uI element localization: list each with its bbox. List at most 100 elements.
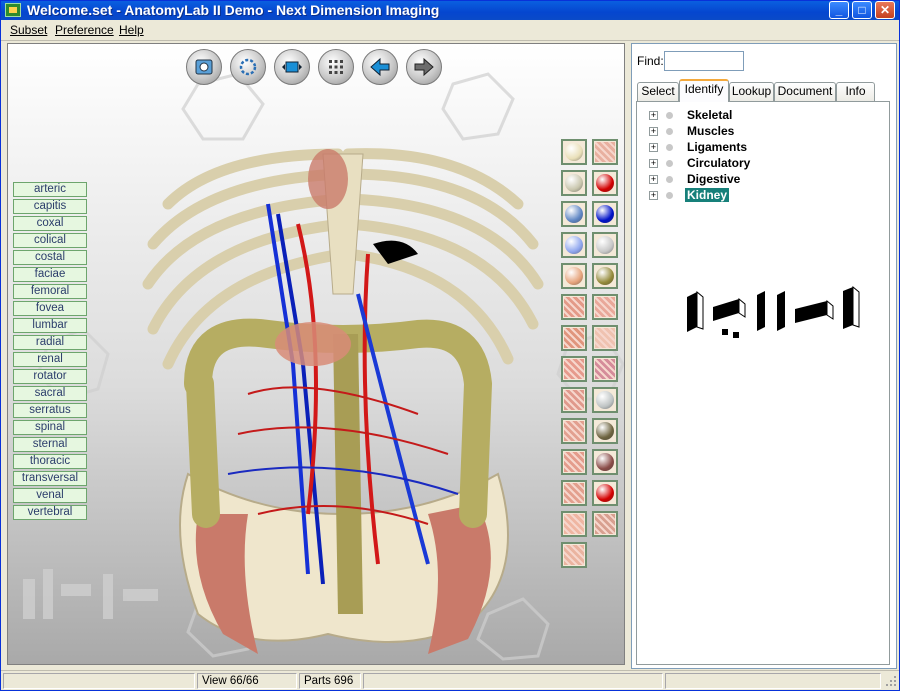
- material-swatch[interactable]: [561, 356, 587, 382]
- snapshot-button[interactable]: [186, 49, 222, 85]
- material-swatch[interactable]: [592, 511, 618, 537]
- term-button[interactable]: arteric: [13, 182, 87, 197]
- material-swatch[interactable]: [592, 170, 618, 196]
- material-swatch[interactable]: [561, 139, 587, 165]
- material-swatch[interactable]: [592, 480, 618, 506]
- material-swatch[interactable]: [561, 480, 587, 506]
- visibility-dot-icon[interactable]: [666, 176, 673, 183]
- shaded-sphere-icon: [565, 174, 583, 192]
- back-arrow-icon: [370, 57, 390, 77]
- visibility-dot-icon[interactable]: [666, 192, 673, 199]
- material-swatch[interactable]: [592, 356, 618, 382]
- material-swatch[interactable]: [561, 511, 587, 537]
- expand-plus-icon[interactable]: +: [649, 191, 658, 200]
- material-swatch[interactable]: [592, 294, 618, 320]
- material-swatch[interactable]: [561, 263, 587, 289]
- term-button[interactable]: radial: [13, 335, 87, 350]
- material-swatch[interactable]: [592, 139, 618, 165]
- menu-help[interactable]: Help: [119, 23, 144, 37]
- grid-button[interactable]: [318, 49, 354, 85]
- status-extra-2: [665, 673, 881, 689]
- anatomy-model[interactable]: [128, 94, 558, 664]
- tab-document[interactable]: Document: [774, 82, 836, 101]
- material-swatch[interactable]: [592, 449, 618, 475]
- tree-item-label: Kidney: [685, 188, 730, 202]
- material-swatch[interactable]: [561, 170, 587, 196]
- maximize-button[interactable]: □: [852, 1, 872, 19]
- term-button[interactable]: sternal: [13, 437, 87, 452]
- term-button[interactable]: costal: [13, 250, 87, 265]
- close-button[interactable]: ✕: [875, 1, 895, 19]
- term-button[interactable]: colical: [13, 233, 87, 248]
- material-swatch[interactable]: [592, 201, 618, 227]
- term-button[interactable]: femoral: [13, 284, 87, 299]
- tree-item-label: Ligaments: [687, 140, 748, 154]
- visibility-dot-icon[interactable]: [666, 144, 673, 151]
- tab-lookup[interactable]: Lookup: [729, 82, 774, 101]
- term-button[interactable]: spinal: [13, 420, 87, 435]
- material-swatch[interactable]: [592, 232, 618, 258]
- material-swatch[interactable]: [561, 325, 587, 351]
- material-swatch[interactable]: [561, 232, 587, 258]
- expand-plus-icon[interactable]: +: [649, 127, 658, 136]
- visibility-dot-icon[interactable]: [666, 160, 673, 167]
- tissue-texture-icon: [595, 359, 615, 379]
- term-button[interactable]: lumbar: [13, 318, 87, 333]
- window-title: Welcome.set - AnatomyLab II Demo - Next …: [27, 2, 440, 18]
- visibility-dot-icon[interactable]: [666, 128, 673, 135]
- material-swatch[interactable]: [592, 263, 618, 289]
- term-button[interactable]: coxal: [13, 216, 87, 231]
- material-swatch[interactable]: [561, 542, 587, 568]
- resize-grip-icon[interactable]: [885, 675, 897, 687]
- term-button[interactable]: thoracic: [13, 454, 87, 469]
- tab-identify[interactable]: Identify: [679, 79, 729, 102]
- minimize-button[interactable]: _: [829, 1, 849, 19]
- term-button[interactable]: faciae: [13, 267, 87, 282]
- term-button[interactable]: transversal: [13, 471, 87, 486]
- status-view: View 66/66: [197, 673, 297, 689]
- expand-plus-icon[interactable]: +: [649, 143, 658, 152]
- fit-view-button[interactable]: [274, 49, 310, 85]
- expand-plus-icon[interactable]: +: [649, 111, 658, 120]
- expand-plus-icon[interactable]: +: [649, 175, 658, 184]
- material-swatch[interactable]: [561, 201, 587, 227]
- material-swatch[interactable]: [592, 418, 618, 444]
- tab-select[interactable]: Select: [637, 82, 679, 101]
- tissue-texture-icon: [564, 545, 584, 565]
- term-button[interactable]: serratus: [13, 403, 87, 418]
- title-bar[interactable]: Welcome.set - AnatomyLab II Demo - Next …: [1, 1, 899, 20]
- expand-plus-icon[interactable]: +: [649, 159, 658, 168]
- term-button[interactable]: vertebral: [13, 505, 87, 520]
- term-button[interactable]: fovea: [13, 301, 87, 316]
- material-swatch[interactable]: [561, 418, 587, 444]
- material-swatch[interactable]: [592, 387, 618, 413]
- tab-info[interactable]: Info: [836, 82, 875, 101]
- rotate-button[interactable]: [230, 49, 266, 85]
- menu-preference[interactable]: Preference: [55, 23, 114, 37]
- shaded-sphere-icon: [565, 236, 583, 254]
- material-swatch[interactable]: [592, 325, 618, 351]
- menu-subset[interactable]: Subset: [10, 23, 47, 37]
- rotate-icon: [239, 58, 257, 76]
- tissue-texture-icon: [564, 297, 584, 317]
- term-button[interactable]: sacral: [13, 386, 87, 401]
- status-parts: Parts 696: [299, 673, 361, 689]
- tissue-texture-icon: [564, 452, 584, 472]
- forward-button[interactable]: [406, 49, 442, 85]
- app-icon[interactable]: [5, 3, 21, 17]
- term-button[interactable]: rotator: [13, 369, 87, 384]
- tissue-texture-icon: [564, 483, 584, 503]
- camera-icon: [195, 59, 213, 75]
- tissue-texture-icon: [564, 359, 584, 379]
- term-button[interactable]: renal: [13, 352, 87, 367]
- visibility-dot-icon[interactable]: [666, 112, 673, 119]
- back-button[interactable]: [362, 49, 398, 85]
- term-button[interactable]: venal: [13, 488, 87, 503]
- term-button[interactable]: capitis: [13, 199, 87, 214]
- material-swatch[interactable]: [561, 449, 587, 475]
- find-input[interactable]: [664, 51, 744, 71]
- menu-help-label: Help: [119, 23, 144, 37]
- material-swatch[interactable]: [561, 294, 587, 320]
- 3d-viewport[interactable]: arteric capitis coxal colical costal faciae fe…: [7, 43, 625, 665]
- material-swatch[interactable]: [561, 387, 587, 413]
